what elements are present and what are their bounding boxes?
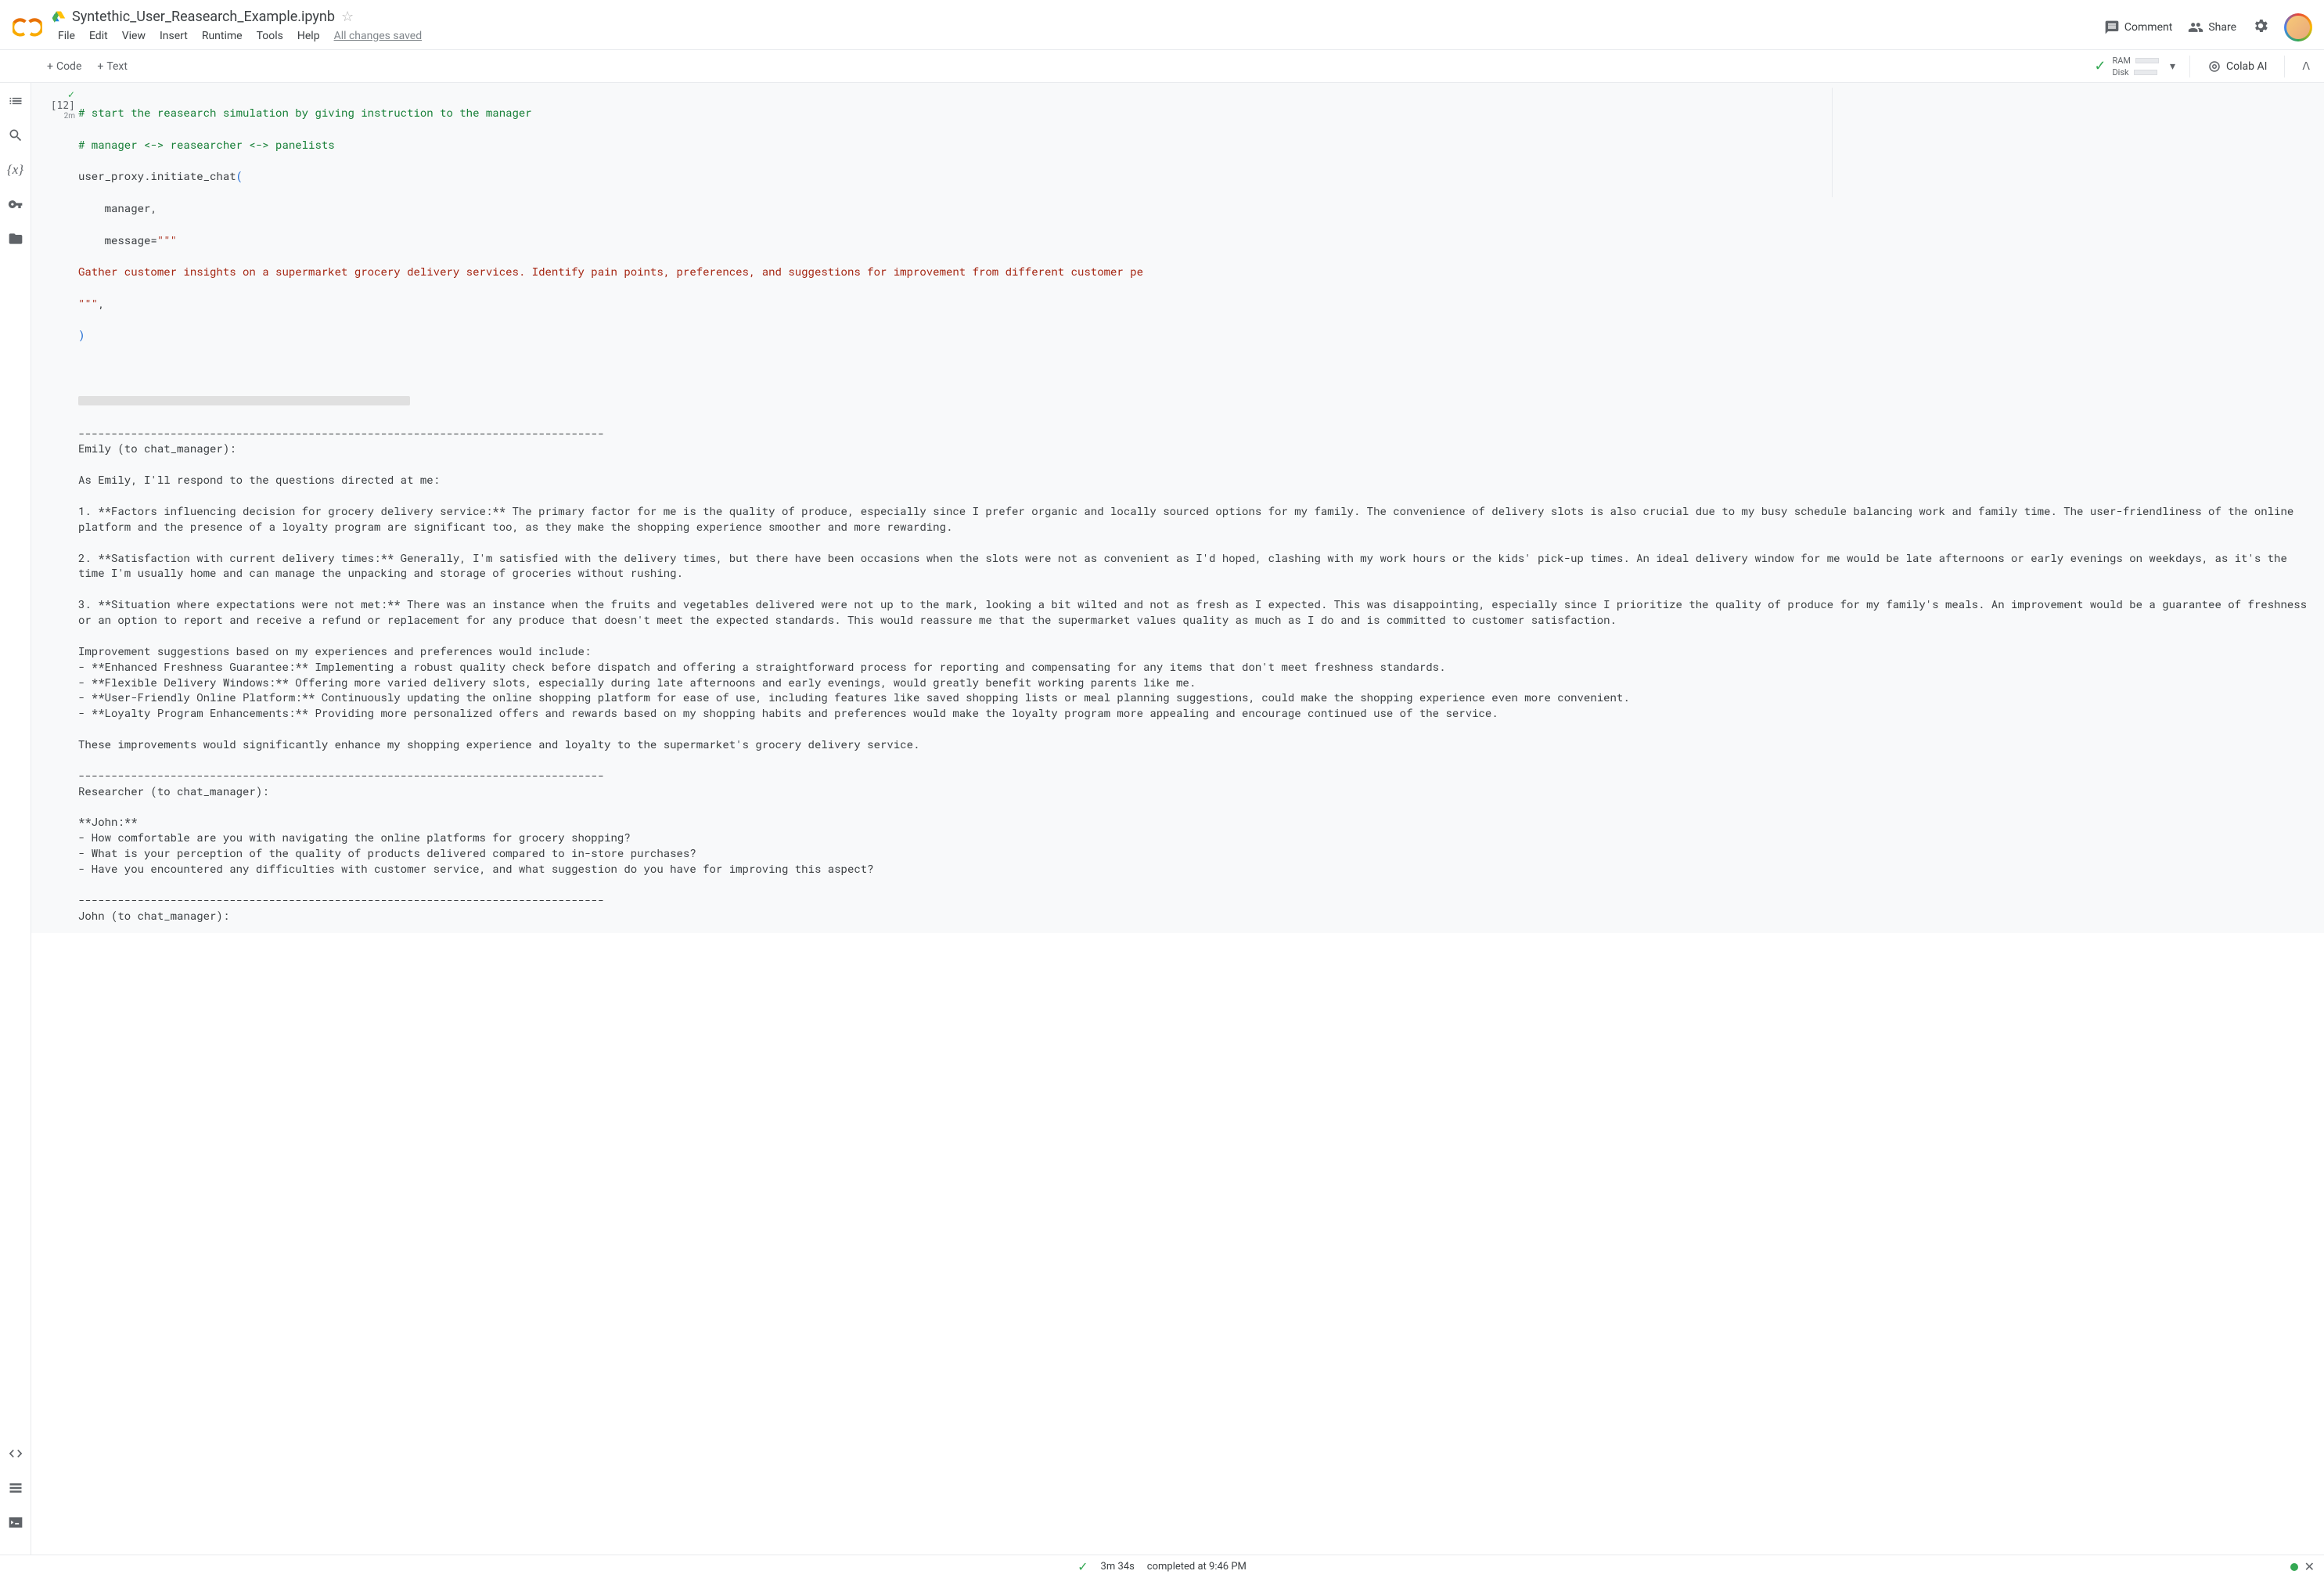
header: Syntethic_User_Reasearch_Example.ipynb ☆… (0, 0, 2324, 50)
cell-output[interactable]: ----------------------------------------… (78, 405, 2324, 928)
title-area: Syntethic_User_Reasearch_Example.ipynb ☆… (52, 9, 2104, 45)
command-palette-icon[interactable] (7, 1479, 24, 1497)
code-cell[interactable]: ✓ [12] 2m # start the reasearch simulati… (31, 83, 2324, 933)
code-snippets-icon[interactable] (7, 1445, 24, 1462)
drive-icon (52, 10, 66, 24)
search-icon[interactable] (7, 127, 24, 144)
resource-meter[interactable]: RAM Disk (2112, 56, 2159, 77)
add-text-button[interactable]: + Text (89, 57, 135, 76)
star-icon[interactable]: ☆ (341, 9, 354, 25)
execution-time: 2m (38, 112, 75, 121)
variables-icon[interactable]: {x} (7, 161, 24, 178)
gear-icon[interactable] (2252, 17, 2269, 38)
check-icon: ✓ (2094, 58, 2106, 74)
execution-duration: 3m 34s (1101, 1561, 1135, 1573)
files-icon[interactable] (7, 230, 24, 247)
comment-button[interactable]: Comment (2104, 20, 2172, 35)
colab-logo-icon[interactable] (13, 13, 42, 42)
cell-body: # start the reasearch simulation by givi… (78, 83, 2324, 933)
menu-insert[interactable]: Insert (153, 27, 194, 45)
share-label: Share (2208, 21, 2236, 34)
toolbar: + Code + Text ✓ RAM Disk ▾ Colab AI ᐱ (0, 50, 2324, 83)
cell-gutter: ✓ [12] 2m (34, 83, 78, 933)
footer: ✓ 3m 34s completed at 9:46 PM ✕ (0, 1555, 2324, 1578)
filename[interactable]: Syntethic_User_Reasearch_Example.ipynb (72, 9, 335, 25)
header-actions: Comment Share (2104, 14, 2311, 41)
check-icon: ✓ (1077, 1559, 1088, 1574)
menu-bar: File Edit View Insert Runtime Tools Help… (52, 27, 2104, 45)
execution-count: [12] (51, 100, 75, 112)
horizontal-scrollbar[interactable] (78, 396, 410, 405)
menu-view[interactable]: View (116, 27, 152, 45)
menu-file[interactable]: File (52, 27, 81, 45)
check-icon: ✓ (38, 89, 75, 100)
save-status[interactable]: All changes saved (328, 27, 429, 45)
resource-dropdown[interactable]: ▾ (2165, 56, 2180, 77)
terminal-icon[interactable] (7, 1514, 24, 1531)
add-code-button[interactable]: + Code (39, 57, 89, 76)
colab-ai-button[interactable]: Colab AI (2200, 56, 2275, 77)
secrets-icon[interactable] (7, 196, 24, 213)
code-editor[interactable]: # start the reasearch simulation by givi… (78, 88, 2324, 393)
menu-edit[interactable]: Edit (83, 27, 114, 45)
main: {x} ✓ [12] 2m # start the reasearch simu… (0, 83, 2324, 1555)
collapse-button[interactable]: ᐱ (2294, 56, 2318, 77)
completion-time: completed at 9:46 PM (1147, 1561, 1247, 1573)
avatar[interactable] (2285, 14, 2311, 41)
comment-label: Comment (2124, 21, 2172, 34)
status-dot-icon (2290, 1563, 2298, 1571)
toc-icon[interactable] (7, 92, 24, 110)
menu-tools[interactable]: Tools (250, 27, 290, 45)
share-button[interactable]: Share (2188, 20, 2236, 35)
content[interactable]: ✓ [12] 2m # start the reasearch simulati… (31, 83, 2324, 1555)
close-icon[interactable]: ✕ (2304, 1559, 2315, 1574)
menu-runtime[interactable]: Runtime (196, 27, 249, 45)
sidebar: {x} (0, 83, 31, 1555)
menu-help[interactable]: Help (291, 27, 326, 45)
